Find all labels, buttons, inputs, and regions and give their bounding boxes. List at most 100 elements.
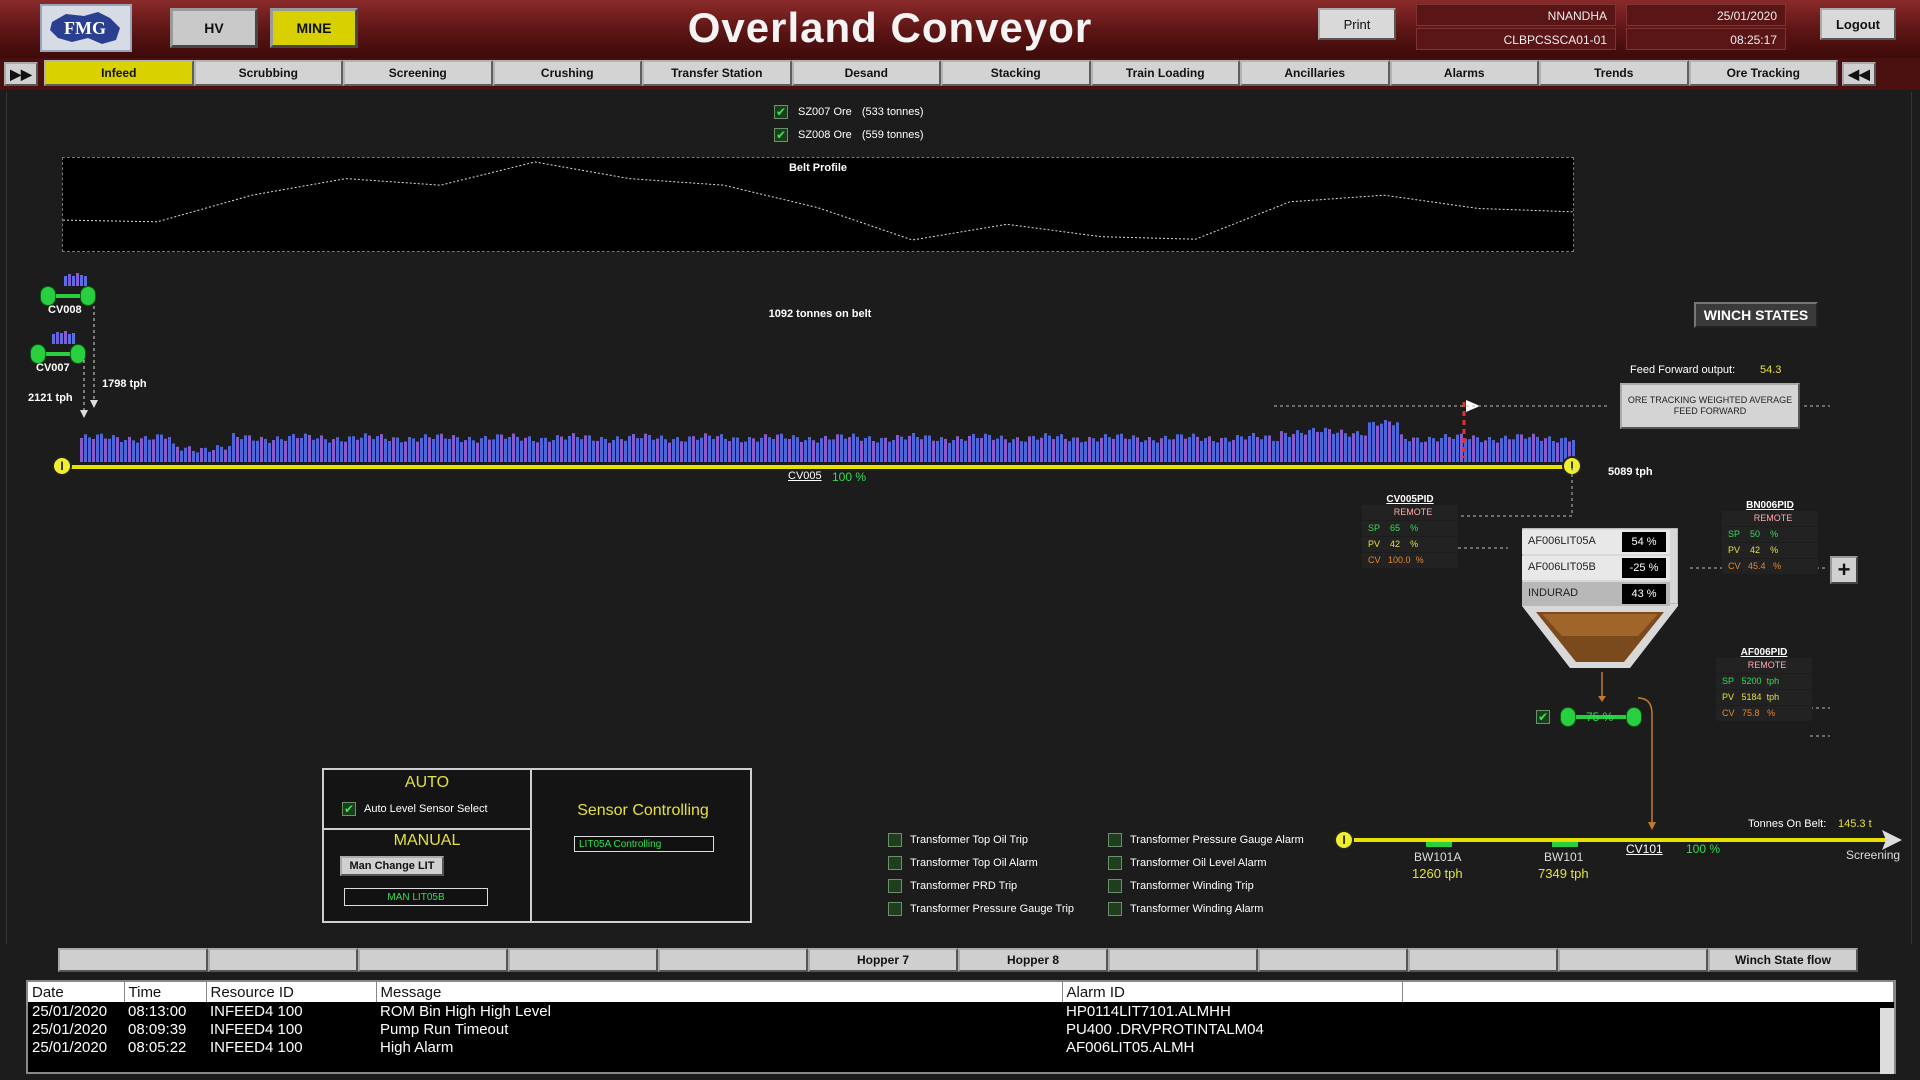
tab-infeed[interactable]: Infeed: [44, 60, 194, 86]
lit05b-value: -25 %: [1622, 558, 1666, 578]
load-bar: [472, 440, 475, 462]
sz008-checkbox[interactable]: ✔: [774, 128, 788, 142]
tab-stacking[interactable]: Stacking: [941, 60, 1091, 86]
lit05a-row: AF006LIT05A 54 %: [1522, 530, 1670, 554]
tab-alarms[interactable]: Alarms: [1389, 60, 1539, 86]
column-header-alarm-id[interactable]: Alarm ID: [1062, 982, 1403, 1002]
hopper-tabs: Hopper 7 Hopper 8 Winch State flow: [58, 948, 1858, 972]
hopper-tab[interactable]: [1558, 948, 1708, 972]
load-bar: [1064, 438, 1067, 462]
tab-winch-state-flow[interactable]: Winch State flow: [1708, 948, 1858, 972]
hopper-tab[interactable]: [58, 948, 208, 972]
pv-label: PV: [1368, 539, 1381, 549]
sz007-checkbox[interactable]: ✔: [774, 105, 788, 119]
table-row[interactable]: 25/01/2020 08:05:22 INFEED4 100 High Ala…: [28, 1038, 1894, 1056]
load-bar: [84, 434, 87, 462]
cv005-tail-pin-icon[interactable]: I: [52, 456, 72, 476]
sz007-label: SZ007 Ore: [798, 106, 852, 118]
load-bar: [228, 446, 231, 462]
cv005pid-panel[interactable]: CV005PID REMOTE SP 65 % PV 42 % CV 100.0…: [1362, 494, 1458, 569]
alarm-summary-table: Date Time Resource ID Message Alarm ID 2…: [26, 980, 1896, 1074]
hopper-tab[interactable]: [208, 948, 358, 972]
tab-desand[interactable]: Desand: [791, 60, 941, 86]
load-bar: [252, 440, 255, 462]
tab-trends[interactable]: Trends: [1539, 60, 1689, 86]
tab-scrubbing[interactable]: Scrubbing: [193, 60, 343, 86]
tab-crushing[interactable]: Crushing: [492, 60, 642, 86]
tab-ore-tracking[interactable]: Ore Tracking: [1688, 60, 1838, 86]
cv007-label: CV007: [36, 362, 70, 374]
hopper-tab[interactable]: [658, 948, 808, 972]
hopper-tab[interactable]: [508, 948, 658, 972]
tab-hopper-7[interactable]: Hopper 7: [808, 948, 958, 972]
load-bar: [328, 442, 331, 462]
hopper-tab[interactable]: [1108, 948, 1258, 972]
load-bar: [312, 439, 315, 462]
column-header-extra[interactable]: [1402, 982, 1894, 1002]
indurad-row: INDURAD 43 %: [1522, 582, 1670, 606]
tab-ancillaries[interactable]: Ancillaries: [1240, 60, 1390, 86]
load-bar: [724, 438, 727, 462]
column-header-message[interactable]: Message: [376, 982, 1063, 1002]
column-header-resource-id[interactable]: Resource ID: [206, 982, 377, 1002]
table-row[interactable]: 25/01/2020 08:09:39 INFEED4 100 Pump Run…: [28, 1020, 1894, 1038]
feeder-enable-checkbox[interactable]: ✔: [1536, 710, 1550, 724]
column-header-time[interactable]: Time: [124, 982, 207, 1002]
auto-sensor-checkbox[interactable]: ✔: [342, 802, 356, 816]
af006pid-name[interactable]: AF006PID: [1716, 647, 1812, 658]
mine-button[interactable]: MINE: [270, 8, 358, 48]
cv101-tail-pin-icon[interactable]: I: [1334, 830, 1354, 850]
af006-hopper: AF006LIT05A 54 % AF006LIT05B -25 % INDUR…: [1522, 528, 1678, 670]
hopper-tab[interactable]: [1258, 948, 1408, 972]
tab-train-loading[interactable]: Train Loading: [1090, 60, 1240, 86]
plus-icon[interactable]: +: [1830, 556, 1858, 584]
man-change-lit-button[interactable]: Man Change LIT: [340, 856, 444, 876]
winch-states-button[interactable]: WINCH STATES: [1694, 302, 1818, 328]
hv-button[interactable]: HV: [170, 8, 258, 48]
feed-drop-arrows: [80, 306, 98, 418]
cv005pid-name[interactable]: CV005PID: [1362, 494, 1458, 505]
load-bar: [116, 437, 119, 462]
cv008-head-pulley[interactable]: [40, 286, 56, 306]
load-bar: [428, 437, 431, 462]
load-bar: [820, 438, 823, 462]
af006pid-panel[interactable]: AF006PID REMOTE SP 5200 tph PV 5184 tph …: [1716, 647, 1812, 722]
cv005-label[interactable]: CV005: [788, 470, 822, 482]
alarm-indicator: [888, 855, 902, 870]
screening-link[interactable]: Screening: [1846, 848, 1900, 862]
print-button[interactable]: Print: [1318, 8, 1396, 40]
bn006pid-panel[interactable]: BN006PID REMOTE SP 50 % PV 42 % CV 45.4 …: [1722, 500, 1818, 575]
bw101a-tph: 1260 tph: [1412, 866, 1463, 881]
bn006pid-name[interactable]: BN006PID: [1722, 500, 1818, 511]
load-bar: [1260, 439, 1263, 462]
ore-tracking-feed-forward-button[interactable]: ORE TRACKING WEIGHTED AVERAGE FEED FORWA…: [1620, 383, 1800, 429]
hopper-tab[interactable]: [358, 948, 508, 972]
load-bar: [236, 437, 239, 462]
tab-transfer-station[interactable]: Transfer Station: [642, 60, 792, 86]
load-bar: [1164, 435, 1167, 462]
tab-screening[interactable]: Screening: [343, 60, 493, 86]
alarm-table-scrollbar[interactable]: [1880, 1008, 1894, 1074]
load-bar: [888, 441, 891, 462]
load-bar: [1168, 439, 1171, 462]
column-header-date[interactable]: Date: [28, 982, 125, 1002]
man-lit05b-field[interactable]: MAN LIT05B: [344, 888, 488, 906]
load-bar: [1052, 439, 1055, 462]
load-bar: [872, 441, 875, 462]
cv007-head-pulley[interactable]: [30, 344, 46, 364]
cv101-label[interactable]: CV101: [1626, 842, 1663, 856]
logout-button[interactable]: Logout: [1820, 8, 1896, 40]
nav-forward-icon[interactable]: ▶▶: [4, 62, 38, 86]
load-bar: [660, 435, 663, 462]
feeder-head-pulley[interactable]: [1626, 707, 1642, 727]
indurad-label: INDURAD: [1528, 587, 1579, 599]
load-bar: [1136, 437, 1139, 462]
load-bar: [1152, 440, 1155, 462]
table-row[interactable]: 25/01/2020 08:13:00 INFEED4 100 ROM Bin …: [28, 1002, 1894, 1020]
feeder-tail-pulley[interactable]: [1560, 707, 1576, 727]
load-bar: [292, 434, 295, 462]
hopper-tab[interactable]: [1408, 948, 1558, 972]
nav-back-icon[interactable]: ◀◀: [1842, 62, 1876, 86]
tab-hopper-8[interactable]: Hopper 8: [958, 948, 1108, 972]
af006-feeder[interactable]: 75 %: [1560, 706, 1644, 728]
